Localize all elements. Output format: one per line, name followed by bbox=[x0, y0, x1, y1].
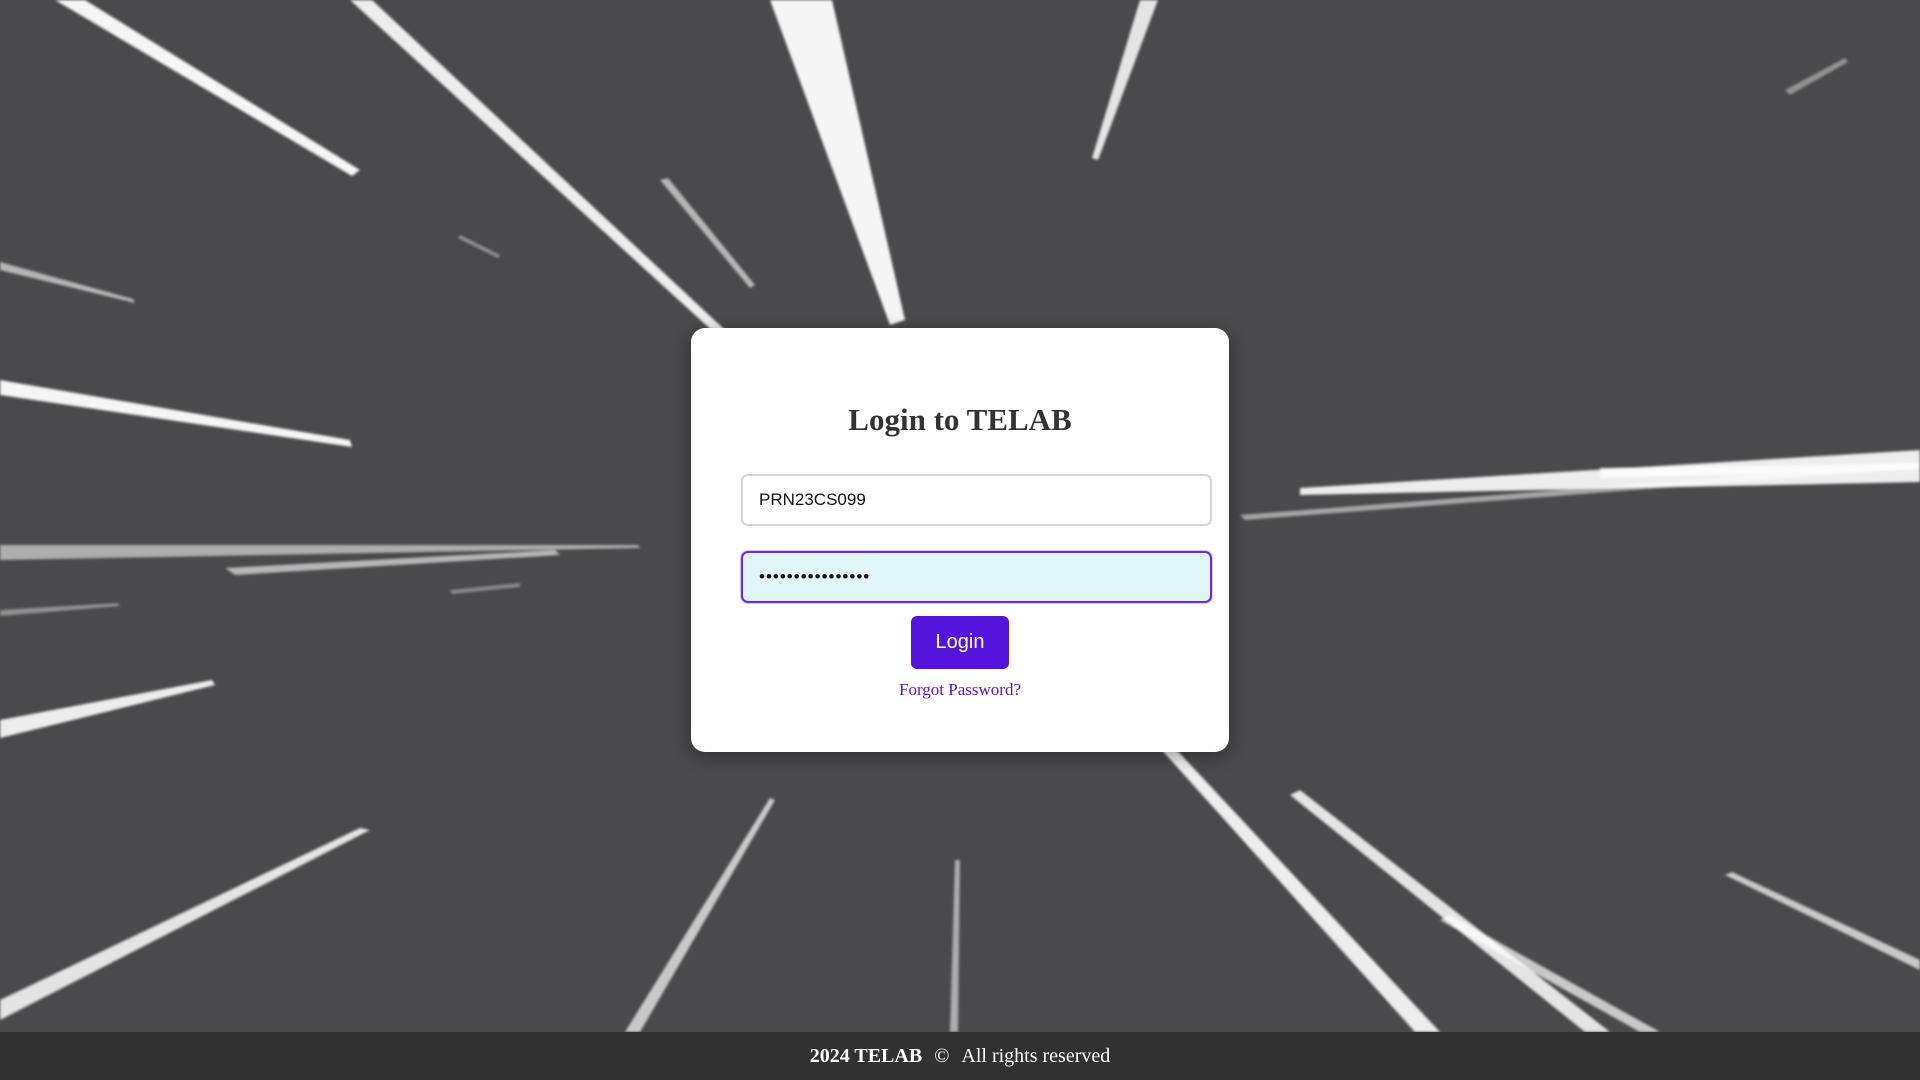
login-card: Login to TELAB Login Forgot Password? bbox=[691, 328, 1229, 752]
forgot-password-link[interactable]: Forgot Password? bbox=[691, 680, 1229, 700]
copyright-icon: © bbox=[934, 1044, 950, 1067]
login-title: Login to TELAB bbox=[848, 402, 1072, 437]
footer-brand: 2024 TELAB bbox=[809, 1044, 923, 1067]
password-input[interactable] bbox=[741, 551, 1212, 603]
username-input[interactable] bbox=[741, 474, 1212, 526]
footer: 2024 TELAB © All rights reserved bbox=[0, 1032, 1920, 1080]
login-button[interactable]: Login bbox=[911, 616, 1009, 669]
footer-rights-text: All rights reserved bbox=[961, 1044, 1111, 1067]
